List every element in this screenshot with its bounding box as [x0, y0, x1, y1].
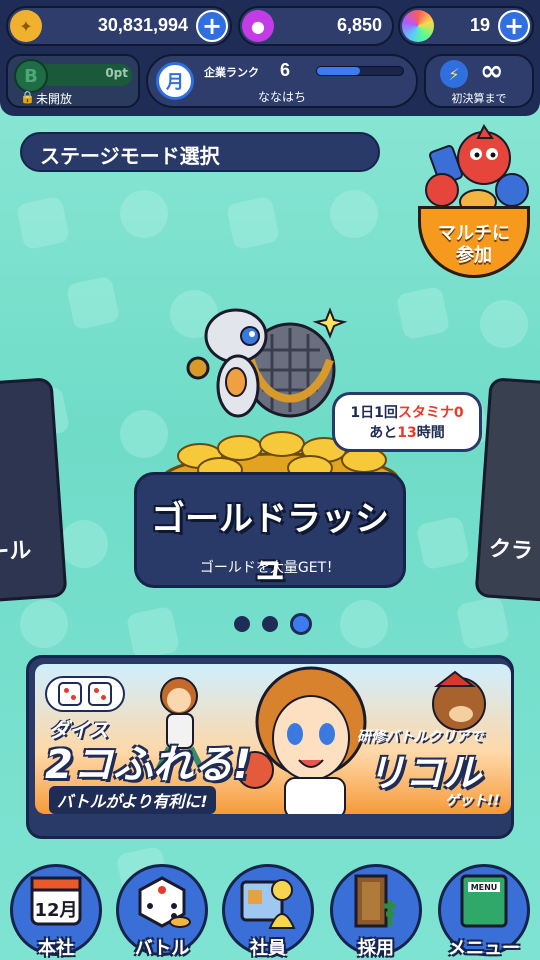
daily-limit-badge: 1日1回スタミナ0 あと13時間 [332, 392, 482, 452]
turtle-character-art [186, 307, 348, 418]
event-banner[interactable]: ダイス 2コふれる! バトルがより有利に! 研修バトルクリアで リコル ゲット!… [26, 655, 514, 839]
daily-limit-line2: あと13時間 [335, 423, 479, 443]
add-orb-button[interactable]: + [498, 10, 530, 42]
gem-counter: ● 6,850 [238, 6, 394, 46]
daily-limit-line1: 1日1回スタミナ0 [335, 403, 479, 423]
nav-employees[interactable]: 社員 [218, 864, 318, 960]
banner-right-main-text: リコル [367, 751, 482, 795]
banner-sub-text: バトルがより有利に! [49, 786, 216, 814]
nav-battle-label: バトル [134, 938, 190, 959]
daily-limit-hours-unit: 時間 [416, 425, 445, 441]
orb-value: 19 [469, 15, 490, 35]
company-name: ななはち [257, 90, 306, 104]
bottom-navigation: 12月 本社 バトル 社員 採用 MENU メニュー [0, 860, 540, 960]
menu-book-icon: MENU [460, 874, 508, 928]
gold-rush-subtitle: ゴールドを大量GET！ [199, 560, 341, 576]
b-rank-locked-label: 未開放 [36, 92, 73, 106]
gold-rush-stage-card[interactable]: ゴールドラッシュ ゴールドを大量GET！ [134, 472, 406, 588]
stamina-value: ∞ [480, 54, 504, 87]
b-rank-box[interactable]: B 0pt 🔒 未開放 [6, 54, 140, 108]
pager-dot[interactable] [234, 616, 250, 632]
b-rank-icon: B [14, 59, 48, 93]
stamina-box[interactable]: ⚡ ∞ 初決算まで [424, 54, 534, 108]
nav-recruit-label: 採用 [358, 938, 394, 959]
multi-characters-art [425, 124, 529, 215]
employee-card-icon [240, 879, 296, 929]
company-rank-box[interactable]: 月 企業ランク 6 ななはち [146, 54, 418, 108]
lock-icon: 🔒 [20, 90, 35, 104]
top-status-bar: ✦ 30,831,994 + ● 6,850 19 + B 0pt 🔒 未開放 … [0, 0, 540, 116]
daily-limit-stamina-text: スタミナ0 [397, 405, 464, 421]
daily-limit-hours: 13 [397, 425, 417, 441]
company-rank-progress-fill [317, 67, 360, 75]
b-rank-points: 0pt [105, 66, 128, 80]
nav-headquarters[interactable]: 12月 本社 [6, 864, 106, 960]
company-rank-progress [316, 66, 404, 76]
banner-main-text: 2コふれる! [45, 742, 252, 788]
banner-art: ダイス 2コふれる! バトルがより有利に! 研修バトルクリアで リコル ゲット!… [35, 664, 511, 814]
add-gold-button[interactable]: + [196, 10, 228, 42]
rainbow-orb-icon [402, 10, 434, 42]
daily-limit-remaining-prefix: あと [369, 425, 398, 441]
dice-bubble [45, 676, 125, 712]
nav-menu-label: メニュー [448, 938, 520, 959]
multi-join-button[interactable]: マルチに 参加 [410, 118, 536, 278]
dice-icon [138, 876, 191, 928]
purple-drop-icon: ● [242, 10, 274, 42]
die-icon [58, 682, 82, 706]
company-rank-value: 6 [280, 60, 291, 80]
previous-stage-label: ール [0, 538, 33, 567]
menu-book-text: MENU [471, 883, 498, 892]
die-icon [88, 682, 112, 706]
nav-employees-label: 社員 [250, 938, 286, 959]
pager-dot[interactable] [262, 616, 278, 632]
company-rank-label: 企業ランク [204, 66, 259, 79]
gold-value: 30,831,994 [97, 15, 188, 35]
gold-coin-icon: ✦ [10, 10, 42, 42]
calendar-icon: 12月 [30, 876, 82, 926]
door-icon [354, 874, 396, 928]
calendar-month-text: 12月 [34, 900, 77, 921]
stage-mode-title: ステージモード選択 [20, 132, 380, 172]
gold-counter: ✦ 30,831,994 + [6, 6, 232, 46]
orb-counter: 19 + [398, 6, 534, 46]
nav-menu[interactable]: MENU メニュー [434, 864, 534, 960]
nav-battle[interactable]: バトル [112, 864, 212, 960]
multi-join-line2: 参加 [456, 245, 492, 266]
daily-limit-once-text: 1日1回 [350, 405, 398, 421]
multi-join-line1: マルチに [438, 223, 510, 244]
lightning-icon: ⚡ [440, 60, 468, 88]
pager-dot-active[interactable] [290, 613, 312, 635]
stage-pager [234, 612, 314, 636]
stamina-label: 初決算まで [451, 92, 507, 105]
multi-join-label: マルチに 参加 [418, 206, 530, 278]
gem-value: 6,850 [336, 15, 382, 35]
nav-headquarters-label: 本社 [38, 938, 74, 959]
nav-recruit[interactable]: 採用 [326, 864, 426, 960]
next-stage-label: クラ [487, 536, 534, 565]
banner-right-get-text: ゲット!! [445, 793, 500, 809]
